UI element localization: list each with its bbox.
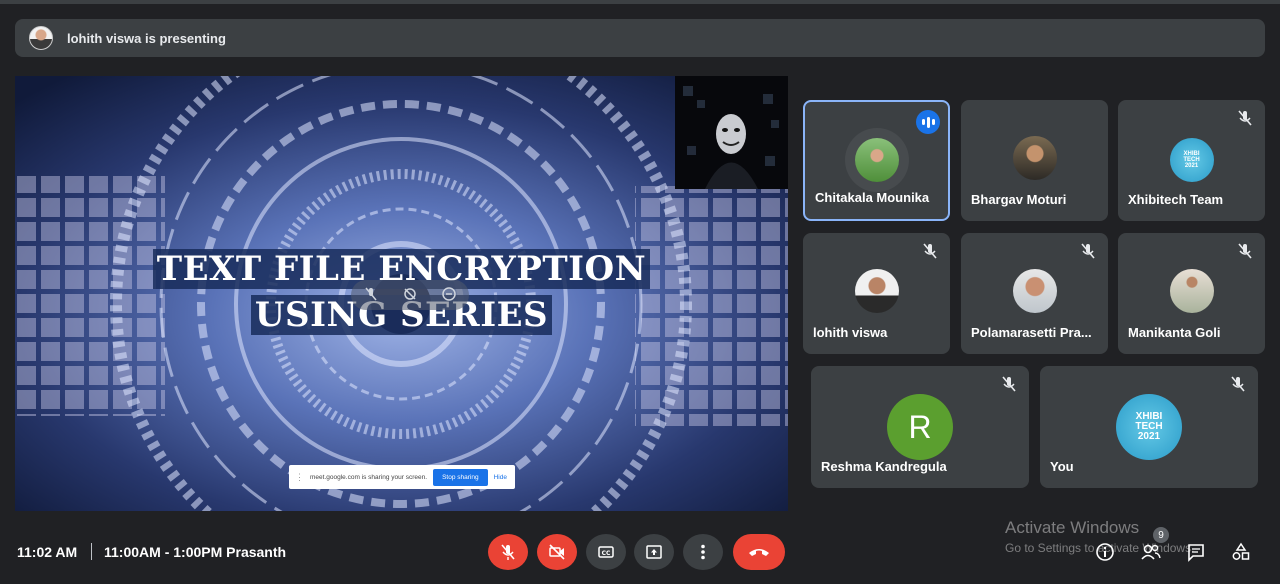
meeting-info-button[interactable] xyxy=(1094,541,1116,563)
mic-off-icon xyxy=(1238,110,1252,126)
info-icon xyxy=(1096,543,1114,561)
mic-toggle-button[interactable] xyxy=(488,534,528,570)
mic-off-icon xyxy=(1238,243,1252,259)
participant-avatar xyxy=(854,138,899,182)
captions-icon: CC xyxy=(598,546,614,558)
mic-off-icon xyxy=(1002,376,1016,392)
xhibitech-logo-avatar: XHIBI TECH 2021 xyxy=(1169,138,1214,182)
participant-avatar xyxy=(1012,136,1057,180)
screen-sharing-bar: ⋮ meet.google.com is sharing your screen… xyxy=(289,465,515,489)
more-options-button[interactable] xyxy=(683,534,723,570)
people-icon xyxy=(1141,544,1161,560)
initial-avatar: R xyxy=(887,394,953,460)
hide-button[interactable]: Hide xyxy=(494,474,507,481)
current-time: 11:02 AM xyxy=(17,544,78,560)
mic-off-icon xyxy=(923,243,937,259)
shared-screen: TEXT FILE ENCRYPTION USING SERIES ⋮ meet… xyxy=(15,76,788,511)
bottom-control-bar: 11:02 AM 11:00AM - 1:00PM Prasanth CC Ac… xyxy=(0,518,1280,584)
svg-text:CC: CC xyxy=(602,550,611,557)
presenting-text: lohith viswa is presenting xyxy=(67,30,226,46)
more-options-icon xyxy=(701,544,705,560)
mic-off-icon xyxy=(501,544,515,560)
participant-avatar xyxy=(1169,269,1214,313)
people-count-badge: 9 xyxy=(1153,527,1169,543)
end-call-icon xyxy=(749,549,769,556)
participant-name: Polamarasetti Pra... xyxy=(971,325,1092,340)
chat-icon xyxy=(1188,544,1204,562)
mic-off-icon[interactable] xyxy=(363,286,379,305)
participant-tile-reshma[interactable]: R Reshma Kandregula xyxy=(811,366,1029,488)
stop-sharing-button[interactable]: Stop sharing xyxy=(433,468,488,486)
present-icon xyxy=(646,545,662,559)
captions-button[interactable]: CC xyxy=(586,534,626,570)
camera-off-icon xyxy=(549,544,565,560)
participant-avatar xyxy=(854,269,899,313)
participant-name: Manikanta Goli xyxy=(1128,325,1221,340)
participant-tile-lohith[interactable]: lohith viswa xyxy=(803,233,950,354)
present-now-button[interactable] xyxy=(634,534,674,570)
sharing-message: meet.google.com is sharing your screen. xyxy=(310,473,428,481)
minimize-icon[interactable] xyxy=(441,286,457,305)
leave-call-button[interactable] xyxy=(733,534,785,570)
participant-tile-bhargav[interactable]: Bhargav Moturi xyxy=(961,100,1108,221)
participant-name: Chitakala Mounika xyxy=(815,190,930,205)
participant-name: You xyxy=(1050,459,1074,474)
participant-name: Reshma Kandregula xyxy=(821,459,947,474)
presenter-avatar xyxy=(29,26,53,50)
pin-icon[interactable] xyxy=(402,286,418,305)
presenter-video-thumbnail xyxy=(675,76,788,189)
meeting-details[interactable]: 11:00AM - 1:00PM Prasanth xyxy=(104,544,286,560)
chat-button[interactable] xyxy=(1185,541,1207,563)
participant-tile-manikanta[interactable]: Manikanta Goli xyxy=(1118,233,1265,354)
activities-icon xyxy=(1232,542,1250,560)
people-button[interactable] xyxy=(1140,541,1162,563)
speaking-indicator-icon xyxy=(916,110,940,134)
mic-off-icon xyxy=(1081,243,1095,259)
xhibitech-logo-avatar: XHIBI TECH 2021 xyxy=(1116,394,1182,460)
participant-avatar xyxy=(1012,269,1057,313)
drag-handle-icon[interactable]: ⋮ xyxy=(295,472,304,483)
participant-name: lohith viswa xyxy=(813,325,888,340)
participant-tile-you[interactable]: XHIBI TECH 2021 You xyxy=(1040,366,1258,488)
participant-tile-chitakala[interactable]: Chitakala Mounika xyxy=(803,100,950,221)
masked-figure-image xyxy=(675,76,788,189)
top-edge xyxy=(0,0,1280,4)
participant-name: Xhibitech Team xyxy=(1128,192,1224,207)
tile-hover-controls xyxy=(351,280,469,310)
activities-button[interactable] xyxy=(1230,541,1252,563)
camera-toggle-button[interactable] xyxy=(537,534,577,570)
divider xyxy=(91,543,92,560)
presenting-banner: lohith viswa is presenting xyxy=(15,19,1265,57)
participant-tile-polamarasetti[interactable]: Polamarasetti Pra... xyxy=(961,233,1108,354)
mic-off-icon xyxy=(1231,376,1245,392)
participant-tile-xhibitech[interactable]: XHIBI TECH 2021 Xhibitech Team xyxy=(1118,100,1265,221)
participant-name: Bhargav Moturi xyxy=(971,192,1067,207)
